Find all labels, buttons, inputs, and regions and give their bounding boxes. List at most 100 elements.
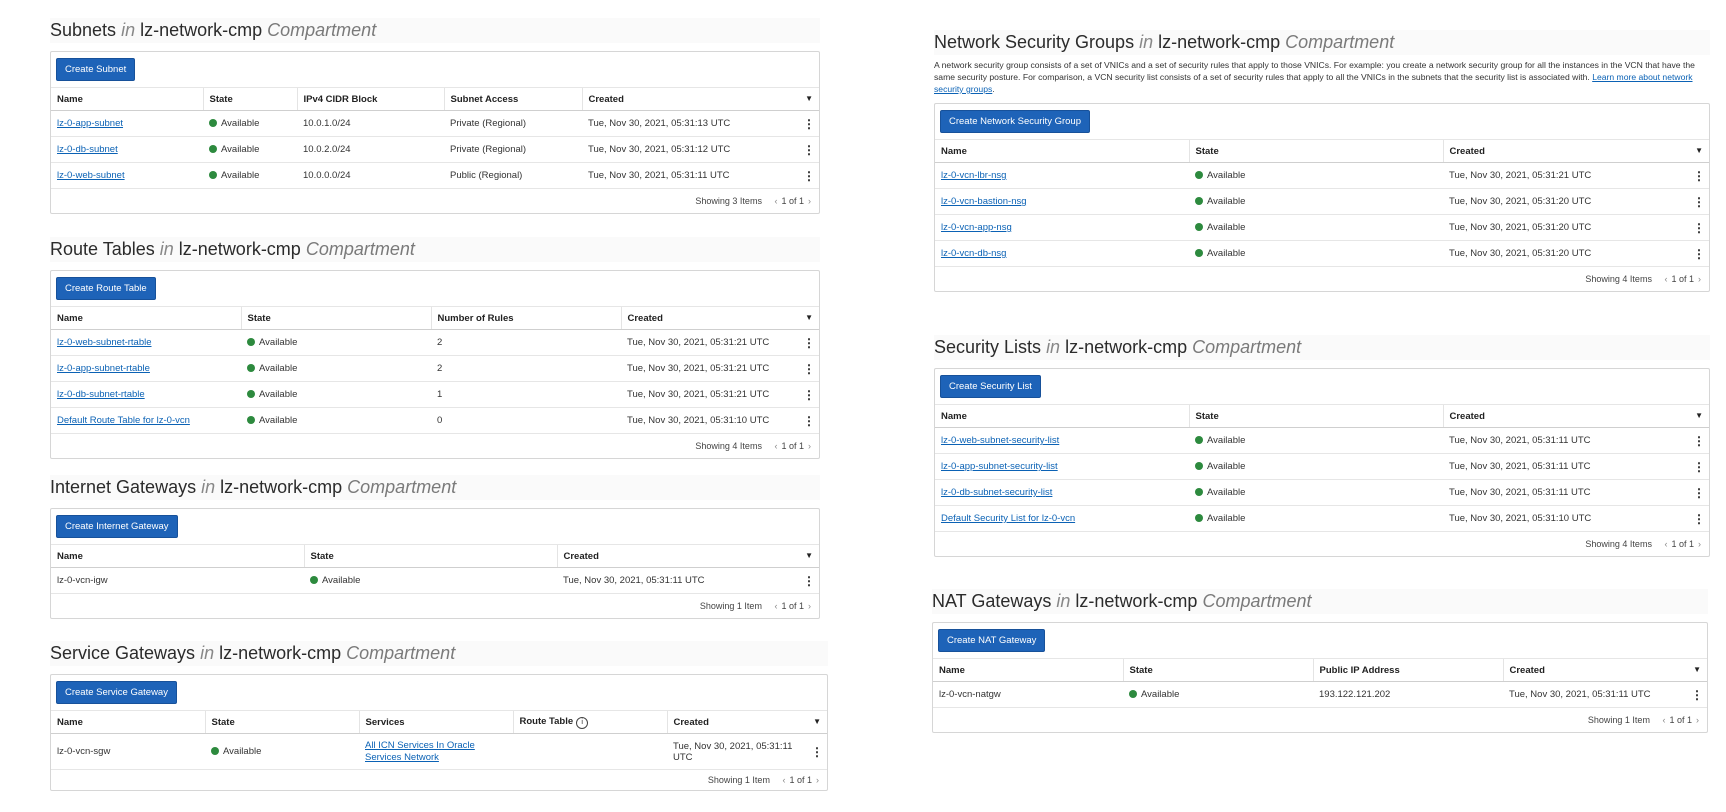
column-header-created[interactable]: Created ▼ xyxy=(1443,140,1709,163)
column-header-created[interactable]: Created ▼ xyxy=(667,711,827,734)
create-nat-gateway-button[interactable]: Create NAT Gateway xyxy=(938,629,1046,652)
chevron-right-icon[interactable]: › xyxy=(816,775,819,785)
column-header-created[interactable]: Created ▼ xyxy=(1503,659,1707,682)
column-header-created[interactable]: Created ▼ xyxy=(557,545,819,568)
subnet-name-link[interactable]: lz-0-web-subnet xyxy=(57,170,125,181)
sort-down-icon[interactable]: ▼ xyxy=(1693,665,1701,674)
chevron-left-icon[interactable]: ‹ xyxy=(1664,274,1667,284)
create-internet-gateway-button[interactable]: Create Internet Gateway xyxy=(56,515,178,538)
state-cell: Available xyxy=(1189,188,1443,215)
chevron-left-icon[interactable]: ‹ xyxy=(1662,715,1665,725)
state-cell: Available xyxy=(1189,479,1443,506)
status-dot-icon xyxy=(211,747,219,755)
kebab-menu-icon[interactable]: ⋮ xyxy=(796,567,819,594)
create-security-list-button[interactable]: Create Security List xyxy=(940,375,1041,398)
route-table-link[interactable]: lz-0-db-subnet-rtable xyxy=(57,389,145,400)
chevron-right-icon[interactable]: › xyxy=(808,441,811,451)
subnet-name-link[interactable]: lz-0-db-subnet xyxy=(57,144,118,155)
column-header-cidr[interactable]: IPv4 CIDR Block xyxy=(297,88,445,111)
services-link[interactable]: All ICN Services In Oracle Services Netw… xyxy=(365,740,475,763)
chevron-right-icon[interactable]: › xyxy=(808,196,811,206)
kebab-menu-icon[interactable]: ⋮ xyxy=(1686,162,1709,189)
column-header-public-ip[interactable]: Public IP Address xyxy=(1313,659,1504,682)
route-table-link[interactable]: Default Route Table for lz-0-vcn xyxy=(57,415,190,426)
sort-down-icon[interactable]: ▼ xyxy=(805,94,813,103)
nsg-link[interactable]: lz-0-vcn-lbr-nsg xyxy=(941,170,1006,181)
kebab-menu-icon[interactable]: ⋮ xyxy=(796,381,819,408)
nsg-link[interactable]: lz-0-vcn-app-nsg xyxy=(941,222,1012,233)
kebab-menu-icon[interactable]: ⋮ xyxy=(796,407,819,434)
security-list-link[interactable]: lz-0-app-subnet-security-list xyxy=(941,461,1058,472)
column-header-created[interactable]: Created ▼ xyxy=(621,307,819,330)
state-text: Available xyxy=(221,118,260,129)
toolbar: Create Service Gateway xyxy=(51,675,827,711)
security-list-link[interactable]: lz-0-db-subnet-security-list xyxy=(941,487,1052,498)
kebab-menu-icon[interactable]: ⋮ xyxy=(796,136,819,163)
chevron-left-icon[interactable]: ‹ xyxy=(774,441,777,451)
kebab-menu-icon[interactable]: ⋮ xyxy=(796,355,819,382)
column-header-state[interactable]: State xyxy=(241,307,432,330)
chevron-right-icon[interactable]: › xyxy=(808,601,811,611)
kebab-menu-icon[interactable]: ⋮ xyxy=(796,329,819,356)
route-table-link[interactable]: lz-0-app-subnet-rtable xyxy=(57,363,150,374)
column-header-name[interactable]: Name xyxy=(933,659,1124,682)
sort-down-icon[interactable]: ▼ xyxy=(813,717,821,726)
column-header-name[interactable]: Name xyxy=(935,140,1190,163)
column-header-name[interactable]: Name xyxy=(51,545,305,568)
security-list-link[interactable]: Default Security List for lz-0-vcn xyxy=(941,513,1075,524)
pagination: Showing 4 Items ‹ 1 of 1 › xyxy=(935,532,1709,556)
column-header-name[interactable]: Name xyxy=(51,307,242,330)
chevron-left-icon[interactable]: ‹ xyxy=(782,775,785,785)
compartment-name: lz-network-cmp xyxy=(219,643,342,663)
column-header-state[interactable]: State xyxy=(1189,405,1444,428)
nsg-link[interactable]: lz-0-vcn-db-nsg xyxy=(941,248,1006,259)
create-route-table-button[interactable]: Create Route Table xyxy=(56,277,156,300)
column-header-name[interactable]: Name xyxy=(51,711,206,734)
column-header-number-of-rules[interactable]: Number of Rules xyxy=(431,307,622,330)
column-header-name[interactable]: Name xyxy=(935,405,1190,428)
column-header-state[interactable]: State xyxy=(1123,659,1314,682)
chevron-right-icon[interactable]: › xyxy=(1696,715,1699,725)
subnet-name-link[interactable]: lz-0-app-subnet xyxy=(57,118,123,129)
create-nsg-button[interactable]: Create Network Security Group xyxy=(940,110,1090,133)
kebab-menu-icon[interactable]: ⋮ xyxy=(796,110,819,137)
column-header-route-table[interactable]: Route Table i xyxy=(513,711,668,734)
chevron-right-icon[interactable]: › xyxy=(1698,274,1701,284)
sort-down-icon[interactable]: ▼ xyxy=(1695,146,1703,155)
nsg-link[interactable]: lz-0-vcn-bastion-nsg xyxy=(941,196,1027,207)
kebab-menu-icon[interactable]: ⋮ xyxy=(1686,479,1709,506)
create-service-gateway-button[interactable]: Create Service Gateway xyxy=(56,681,177,704)
info-icon[interactable]: i xyxy=(576,716,589,729)
kebab-menu-icon[interactable]: ⋮ xyxy=(804,733,827,770)
security-list-link[interactable]: lz-0-web-subnet-security-list xyxy=(941,435,1059,446)
column-header-name[interactable]: Name xyxy=(51,88,204,111)
service-gateways-panel: Create Service Gateway Name State Servic… xyxy=(50,674,828,791)
column-header-state[interactable]: State xyxy=(205,711,360,734)
column-header-state[interactable]: State xyxy=(1189,140,1444,163)
kebab-menu-icon[interactable]: ⋮ xyxy=(1686,453,1709,480)
sort-down-icon[interactable]: ▼ xyxy=(805,551,813,560)
chevron-left-icon[interactable]: ‹ xyxy=(774,601,777,611)
column-header-subnet-access[interactable]: Subnet Access xyxy=(444,88,583,111)
kebab-menu-icon[interactable]: ⋮ xyxy=(1686,505,1709,532)
chevron-left-icon[interactable]: ‹ xyxy=(774,196,777,206)
created-cell: Tue, Nov 30, 2021, 05:31:11 UTC xyxy=(1443,479,1687,506)
sort-down-icon[interactable]: ▼ xyxy=(1695,411,1703,420)
chevron-right-icon[interactable]: › xyxy=(1698,539,1701,549)
create-subnet-button[interactable]: Create Subnet xyxy=(56,58,136,81)
sort-down-icon[interactable]: ▼ xyxy=(805,313,813,322)
kebab-menu-icon[interactable]: ⋮ xyxy=(1686,188,1709,215)
kebab-menu-icon[interactable]: ⋮ xyxy=(1686,427,1709,454)
chevron-left-icon[interactable]: ‹ xyxy=(1664,539,1667,549)
kebab-menu-icon[interactable]: ⋮ xyxy=(1684,681,1707,708)
state-text: Available xyxy=(259,389,298,400)
route-table-link[interactable]: lz-0-web-subnet-rtable xyxy=(57,337,152,348)
column-header-services[interactable]: Services xyxy=(359,711,514,734)
kebab-menu-icon[interactable]: ⋮ xyxy=(796,162,819,189)
column-header-created[interactable]: Created ▼ xyxy=(582,88,819,111)
kebab-menu-icon[interactable]: ⋮ xyxy=(1686,240,1709,267)
column-header-created[interactable]: Created ▼ xyxy=(1443,405,1709,428)
kebab-menu-icon[interactable]: ⋮ xyxy=(1686,214,1709,241)
column-header-state[interactable]: State xyxy=(203,88,298,111)
column-header-state[interactable]: State xyxy=(304,545,558,568)
